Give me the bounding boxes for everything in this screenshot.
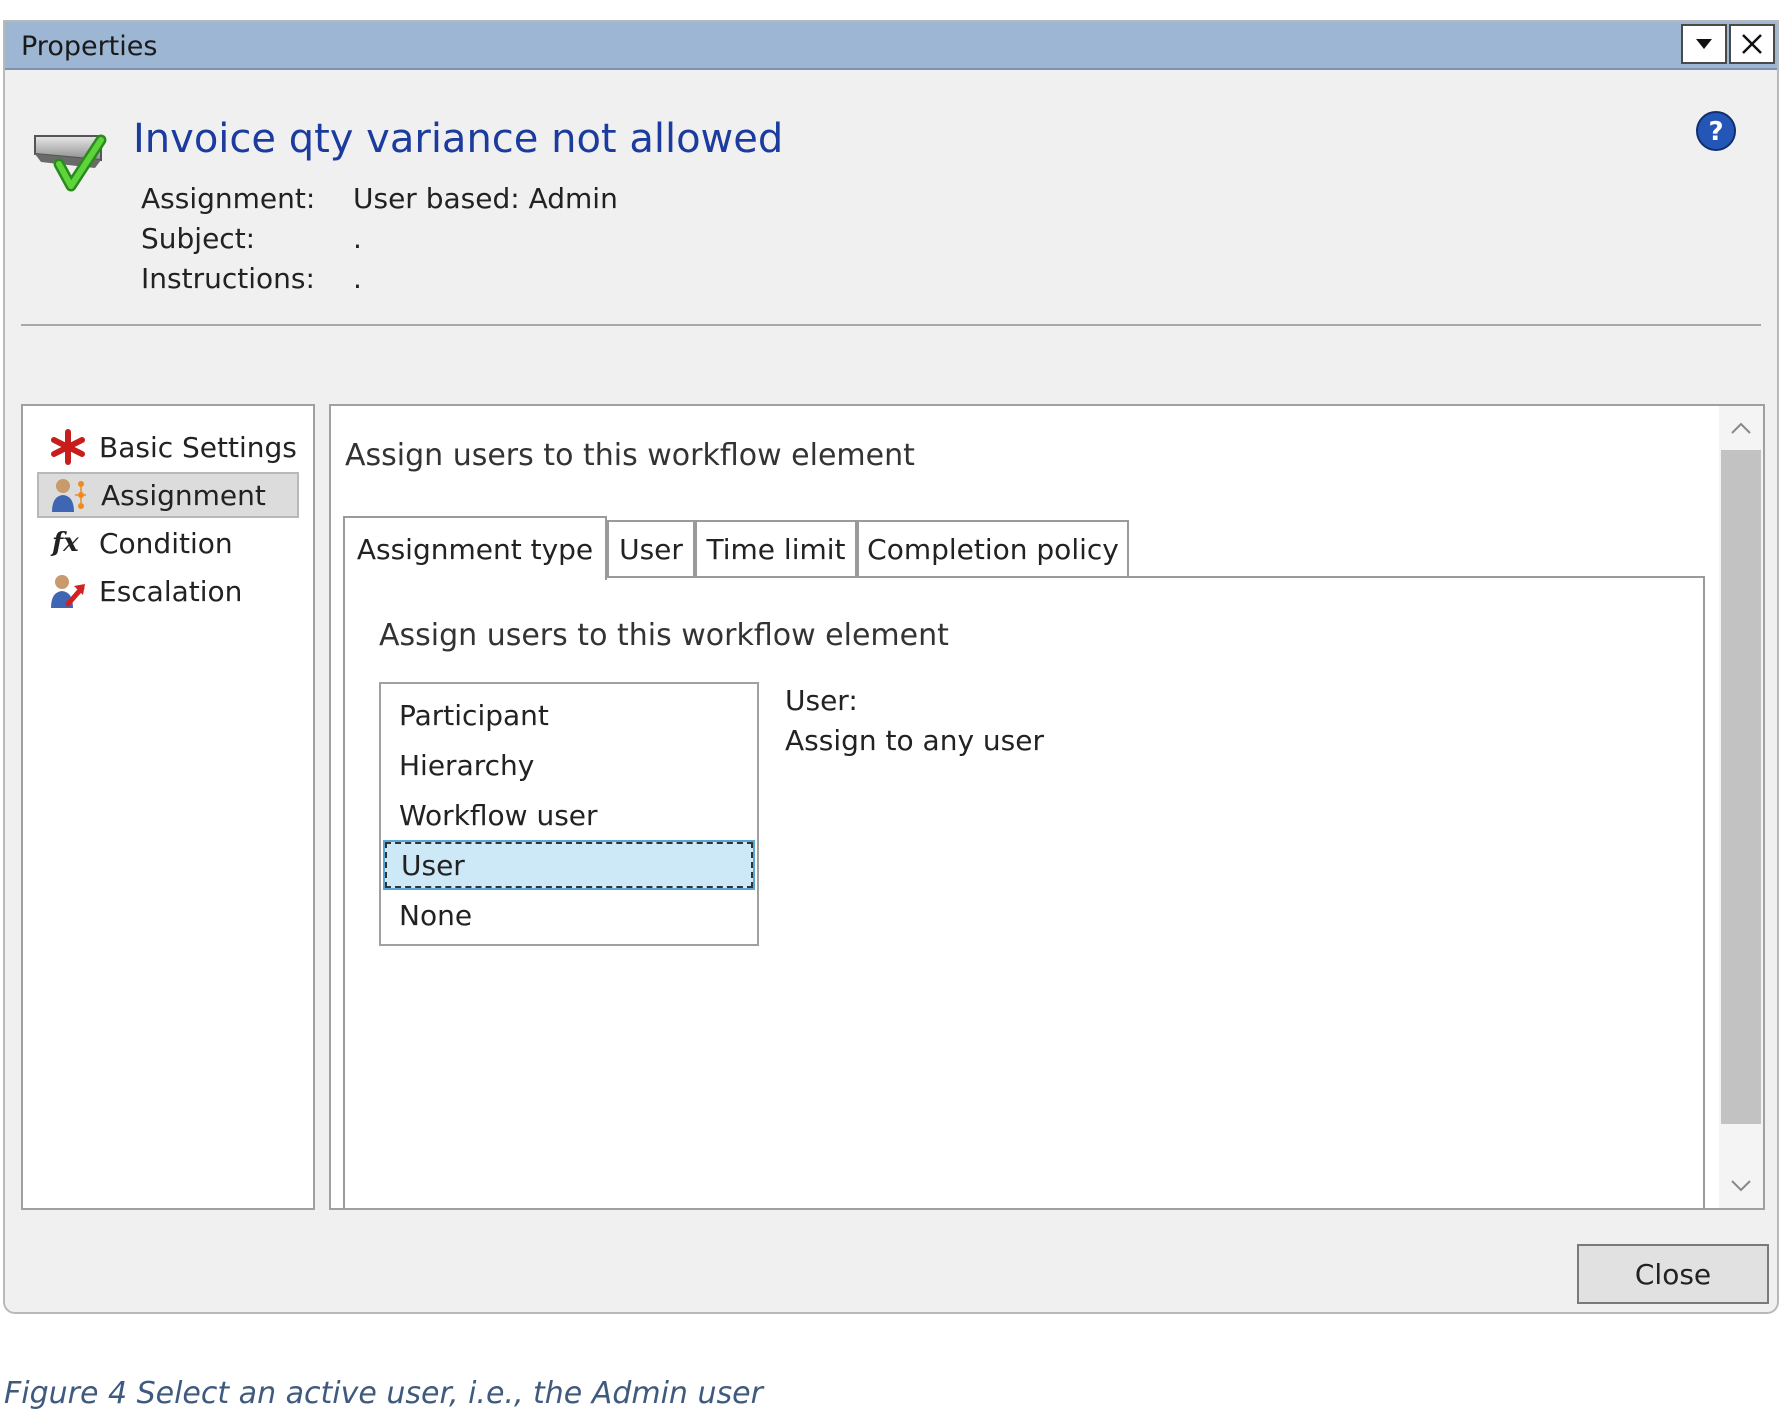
header-divider (21, 324, 1761, 326)
list-item-workflow-user[interactable]: Workflow user (385, 792, 753, 838)
panel-title: Assign users to this workflow element (379, 618, 949, 653)
detail-text: Assign to any user (785, 724, 1044, 757)
figure-caption: Figure 4 Select an active user, i.e., th… (4, 1376, 763, 1411)
help-icon[interactable]: ? (1695, 110, 1737, 152)
close-button[interactable]: Close (1577, 1244, 1769, 1304)
list-item-participant[interactable]: Participant (385, 692, 753, 738)
function-fx-icon: fx (47, 523, 89, 563)
nav-item-label: Escalation (99, 574, 243, 608)
content-title: Assign users to this workflow element (345, 438, 915, 473)
dropdown-button[interactable] (1681, 24, 1727, 64)
red-asterisk-icon (47, 427, 89, 467)
tab-completion-policy[interactable]: Completion policy (857, 520, 1129, 576)
workflow-task-icon (34, 134, 107, 192)
instructions-value: . (353, 262, 362, 295)
list-item-user[interactable]: User (383, 840, 755, 890)
nav-panel: Basic Settings Assignment fx Condition E… (21, 404, 315, 1210)
assignment-type-listbox[interactable]: Participant Hierarchy Workflow user User… (379, 682, 759, 946)
nav-item-label: Condition (99, 526, 233, 560)
title-bar[interactable]: Properties (5, 22, 1777, 70)
svg-text:?: ? (1708, 117, 1723, 147)
tab-user[interactable]: User (607, 520, 695, 576)
chevron-down-icon (1731, 1180, 1751, 1192)
subject-label: Subject: (141, 222, 256, 255)
triangle-down-icon (1696, 39, 1712, 49)
nav-item-label: Basic Settings (99, 430, 297, 464)
nav-item-assignment[interactable]: Assignment (37, 472, 299, 518)
close-icon (1742, 34, 1762, 54)
element-heading: Invoice qty variance not allowed (133, 116, 784, 162)
instructions-label: Instructions: (141, 262, 315, 295)
window-title: Properties (21, 31, 158, 62)
nav-item-condition[interactable]: fx Condition (37, 520, 299, 566)
chevron-up-icon (1731, 422, 1751, 434)
scroll-thumb[interactable] (1721, 450, 1761, 1124)
assignment-value: User based: Admin (353, 182, 618, 215)
list-item-none[interactable]: None (385, 892, 753, 938)
detail-heading: User: (785, 684, 858, 717)
assignment-users-icon (49, 475, 91, 515)
vertical-scrollbar[interactable] (1719, 406, 1763, 1208)
subject-value: . (353, 222, 362, 255)
close-window-button[interactable] (1729, 24, 1775, 64)
nav-item-escalation[interactable]: Escalation (37, 568, 299, 614)
tab-assignment-type[interactable]: Assignment type (343, 516, 607, 580)
tab-panel-assignment-type: Assign users to this workflow element Pa… (343, 576, 1705, 1208)
assignment-label: Assignment: (141, 182, 316, 215)
scroll-down-button[interactable] (1719, 1166, 1763, 1206)
svg-text:fx: fx (50, 528, 79, 558)
nav-item-label: Assignment (101, 478, 266, 512)
properties-window: Properties ? Invoice qty variance not al… (3, 20, 1779, 1314)
content-panel: Assign users to this workflow element As… (329, 404, 1765, 1210)
escalation-user-icon (47, 571, 89, 611)
nav-item-basic-settings[interactable]: Basic Settings (37, 424, 299, 470)
scroll-up-button[interactable] (1719, 408, 1763, 448)
tab-time-limit[interactable]: Time limit (695, 520, 857, 576)
list-item-hierarchy[interactable]: Hierarchy (385, 742, 753, 788)
